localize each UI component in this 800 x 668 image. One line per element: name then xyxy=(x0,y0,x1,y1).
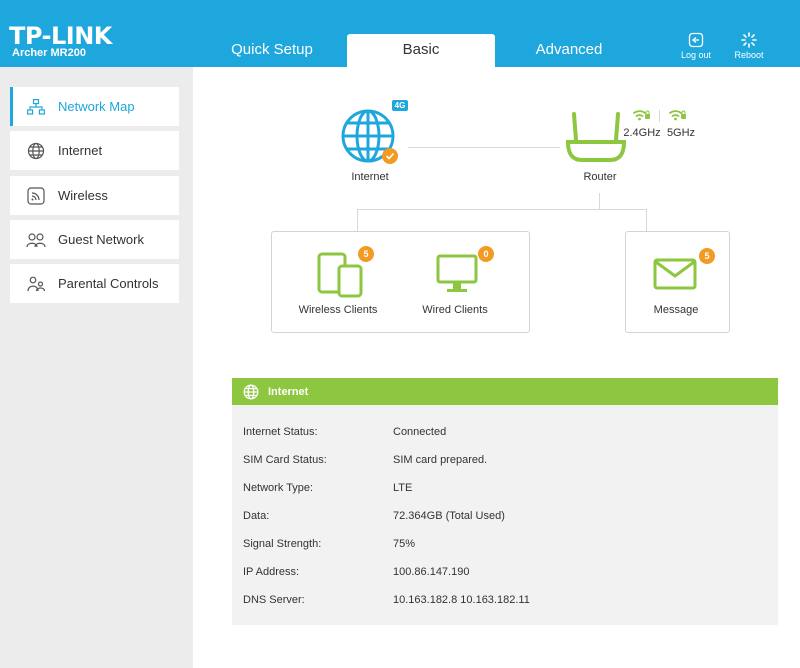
row-label: DNS Server: xyxy=(243,594,305,606)
wireless-clients-node[interactable] xyxy=(317,252,363,298)
wired-clients-badge: 0 xyxy=(478,246,494,262)
tab-basic[interactable]: Basic xyxy=(347,34,495,67)
row-label: Network Type: xyxy=(243,482,314,494)
wired-clients-label: Wired Clients xyxy=(422,304,488,316)
tp-link-logo: TP-LINK xyxy=(9,22,112,50)
sidebar-item-parental-controls[interactable]: Parental Controls xyxy=(10,264,179,303)
message-node[interactable] xyxy=(653,258,697,290)
band-2-4ghz-label: 2.4GHz xyxy=(623,127,661,139)
logout-icon xyxy=(688,32,704,48)
internet-panel-title: Internet xyxy=(268,385,309,398)
sidebar-item-network-map[interactable]: Network Map xyxy=(10,87,179,126)
connector-line xyxy=(408,147,560,148)
internet-panel-body: Internet Status: Connected SIM Card Stat… xyxy=(232,405,778,625)
router-node[interactable] xyxy=(564,110,628,166)
globe-icon xyxy=(24,141,48,161)
wifi-5ghz-icon xyxy=(669,110,686,121)
check-icon xyxy=(382,148,398,164)
internet-panel-header: Internet xyxy=(232,378,778,405)
router-label: Router xyxy=(583,171,617,183)
reboot-icon xyxy=(741,32,757,48)
row-label: Internet Status: xyxy=(243,426,318,438)
4g-tag: 4G xyxy=(392,100,408,111)
row-value: 75% xyxy=(393,538,416,550)
wireless-clients-label: Wireless Clients xyxy=(298,304,378,316)
reboot-label: Reboot xyxy=(734,50,764,60)
row-value: Connected xyxy=(393,426,447,438)
sidebar-item-label: Network Map xyxy=(58,99,135,114)
connector-line xyxy=(646,209,647,231)
row-value: 72.364GB (Total Used) xyxy=(393,510,505,522)
wifi-2-4ghz-icon xyxy=(633,110,650,121)
sidebar: Network Map Internet Wireless Guest Netw… xyxy=(0,67,193,668)
sidebar-item-label: Parental Controls xyxy=(58,276,159,291)
parental-controls-icon xyxy=(24,274,48,294)
reboot-button[interactable]: Reboot xyxy=(725,32,773,60)
row-label: IP Address: xyxy=(243,566,300,578)
sidebar-item-internet[interactable]: Internet xyxy=(10,131,179,170)
model-name: Archer MR200 xyxy=(12,47,86,59)
row-value: SIM card prepared. xyxy=(393,454,488,466)
connector-line xyxy=(599,193,600,209)
message-badge: 5 xyxy=(699,248,715,264)
band-5ghz-label: 5GHz xyxy=(666,127,696,139)
monitor-icon xyxy=(436,254,478,292)
logout-button[interactable]: Log out xyxy=(672,32,720,60)
wireless-clients-badge: 5 xyxy=(358,246,374,262)
tab-quick-setup[interactable]: Quick Setup xyxy=(198,34,346,67)
message-label: Message xyxy=(653,304,699,316)
row-label: Data: xyxy=(243,510,270,522)
sidebar-item-label: Internet xyxy=(58,143,103,158)
top-header: TP-LINK Archer MR200 Quick Setup Basic A… xyxy=(0,0,800,67)
internet-node[interactable] xyxy=(340,108,400,168)
guest-network-icon xyxy=(24,230,48,250)
logout-label: Log out xyxy=(680,50,712,60)
tab-advanced[interactable]: Advanced xyxy=(495,34,643,67)
globe-icon xyxy=(243,384,259,400)
sidebar-item-label: Wireless xyxy=(58,188,108,203)
clients-box xyxy=(271,231,530,333)
sidebar-item-guest-network[interactable]: Guest Network xyxy=(10,220,179,259)
row-value: 10.163.182.8 10.163.182.11 xyxy=(393,594,530,606)
row-label: SIM Card Status: xyxy=(243,454,327,466)
wired-clients-node[interactable] xyxy=(436,254,478,296)
sidebar-item-label: Guest Network xyxy=(58,232,144,247)
connector-line xyxy=(357,209,647,210)
row-label: Signal Strength: xyxy=(243,538,322,550)
internet-label: Internet xyxy=(351,171,389,183)
row-value: LTE xyxy=(393,482,413,494)
network-map-icon xyxy=(24,97,48,117)
connector-line xyxy=(357,209,358,231)
band-separator xyxy=(659,110,660,122)
router-icon xyxy=(565,112,627,162)
wireless-clients-icon xyxy=(317,252,363,298)
row-value: 100.86.147.190 xyxy=(393,566,470,578)
wireless-icon xyxy=(24,186,48,206)
sidebar-item-wireless[interactable]: Wireless xyxy=(10,176,179,215)
envelope-icon xyxy=(653,258,697,290)
